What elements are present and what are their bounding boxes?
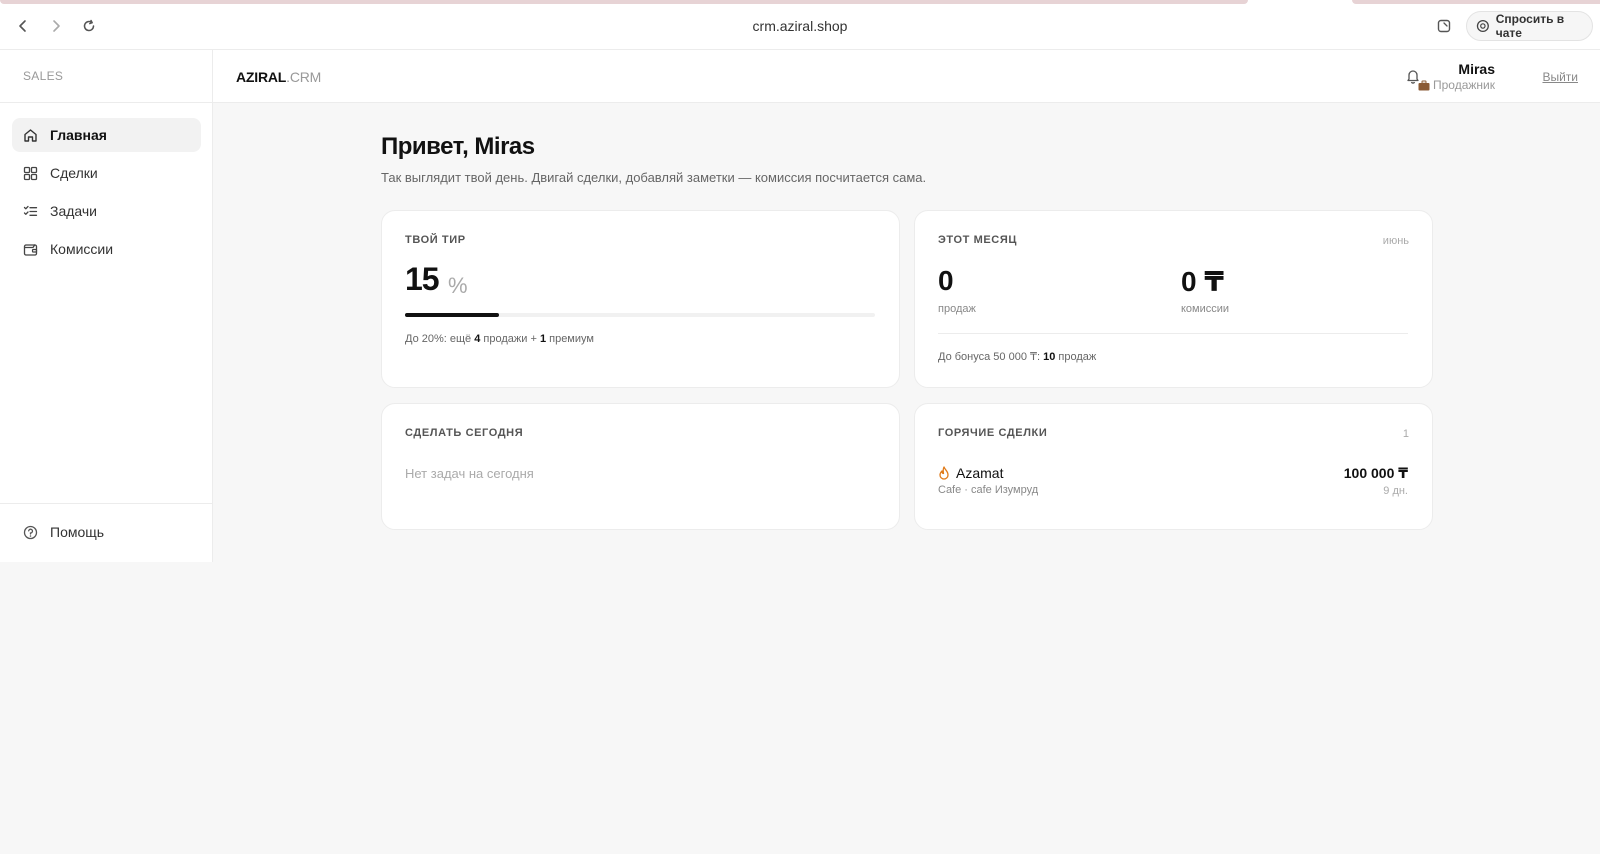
ask-chat-button[interactable]: Спросить в чате [1466, 11, 1593, 41]
sidebar-item-deals[interactable]: Сделки [12, 156, 201, 190]
tab-strip-right [1352, 0, 1600, 4]
deal-age: 9 дн. [1383, 485, 1408, 497]
sidebar-item-help[interactable]: Помощь [12, 515, 201, 549]
hot-deals-count: 1 [1402, 428, 1409, 440]
sidebar-divider-top [0, 102, 213, 103]
card-title: ЭТОТ МЕСЯЦ [938, 234, 1017, 246]
tier-progress-fill [405, 313, 499, 317]
bonus-note-suffix: продаж [1055, 351, 1097, 363]
deal-meta: Cafe · cafe Изумруд [938, 484, 1039, 496]
month-label: июнь [1382, 235, 1409, 247]
sidebar-item-label: Комиссии [50, 241, 114, 257]
browser-toolbar: crm.aziral.shop Спросить в чате [0, 0, 1600, 50]
user-role: Продажник [1418, 78, 1495, 92]
grid-icon [23, 166, 38, 180]
page-title: Привет, Miras [381, 133, 535, 160]
sidebar-item-commissions[interactable]: Комиссии [12, 232, 201, 266]
logout-link[interactable]: Выйти [1542, 70, 1578, 84]
month-card-divider [938, 333, 1408, 334]
deal-name-row: Azamat [938, 465, 1003, 481]
wallet-icon [23, 243, 38, 256]
fire-icon [939, 466, 949, 480]
user-name: Miras [1458, 61, 1495, 77]
tier-note-prefix: До 20%: ещё [405, 333, 475, 345]
tier-progress-bar [405, 313, 875, 317]
home-icon [24, 128, 37, 142]
sales-count: 0 [938, 265, 954, 296]
tier-note: До 20%: ещё 4 продажи + 1 премиум [405, 333, 594, 345]
user-role-label: Продажник [1433, 78, 1495, 92]
bonus-note-prefix: До бонуса 50 000 ₸: [938, 351, 1044, 363]
sidebar-divider-bottom [0, 503, 213, 504]
list-item[interactable]: Azamat Cafe · cafe Изумруд 100 000 ₸ 9 д… [938, 465, 1408, 499]
bonus-note: До бонуса 50 000 ₸: 10 продаж [938, 350, 1096, 363]
tab-sync-icon[interactable] [1435, 17, 1453, 35]
address-bar[interactable]: crm.aziral.shop [0, 18, 1600, 34]
tier-unit: % [448, 273, 468, 298]
logo-suffix: .CRM [286, 69, 322, 85]
chat-gpt-icon [1476, 19, 1489, 33]
app-logo[interactable]: AZIRAL.CRM [236, 69, 321, 85]
sidebar-item-label: Сделки [50, 165, 98, 181]
tab-strip [0, 0, 1600, 4]
sidebar-item-label: Главная [50, 127, 107, 143]
tier-note-suffix: премиум [546, 333, 594, 345]
tier-note-mid: продажи + [480, 333, 540, 345]
commission-value: 0 ₸ [1181, 266, 1224, 297]
sidebar-item-home[interactable]: Главная [12, 118, 201, 152]
month-card: ЭТОТ МЕСЯЦ июнь 0 продаж 0 ₸ комиссии До… [914, 210, 1433, 388]
checklist-icon [23, 205, 38, 216]
hot-deals-card: ГОРЯЧИЕ СДЕЛКИ 1 Azamat Cafe · cafe Изум… [914, 403, 1433, 530]
sidebar-item-label: Задачи [50, 203, 98, 219]
app-header: AZIRAL.CRM Miras Продажник Выйти [213, 50, 1600, 103]
empty-tasks-message: Нет задач на сегодня [405, 466, 534, 481]
help-circle-icon [23, 525, 38, 539]
sidebar: SALES Главная Сделки Задачи Комиссии Пом… [0, 50, 213, 562]
page-subtitle: Так выглядит твой день. Двигай сделки, д… [381, 170, 927, 185]
commission-label: комиссии [1181, 303, 1230, 315]
card-title: СДЕЛАТЬ СЕГОДНЯ [405, 427, 524, 439]
today-tasks-card: СДЕЛАТЬ СЕГОДНЯ Нет задач на сегодня [381, 403, 900, 530]
card-title: ТВОЙ ТИР [405, 234, 466, 246]
tier-card: ТВОЙ ТИР 15 % До 20%: ещё 4 продажи + 1 … [381, 210, 900, 388]
tab-strip-left [0, 0, 1248, 4]
logo-main: AZIRAL [236, 69, 287, 85]
sidebar-brand: SALES [23, 69, 64, 83]
briefcase-icon [1418, 80, 1430, 90]
sidebar-item-label: Помощь [50, 524, 105, 540]
bonus-note-count: 10 [1043, 351, 1056, 363]
deal-amount: 100 000 ₸ [1343, 465, 1408, 481]
deal-name: Azamat [956, 465, 1004, 481]
sales-count-label: продаж [938, 303, 976, 315]
sidebar-item-tasks[interactable]: Задачи [12, 194, 201, 228]
card-title: ГОРЯЧИЕ СДЕЛКИ [938, 427, 1048, 439]
ask-chat-label: Спросить в чате [1495, 12, 1565, 40]
tier-value: 15 [405, 261, 440, 297]
